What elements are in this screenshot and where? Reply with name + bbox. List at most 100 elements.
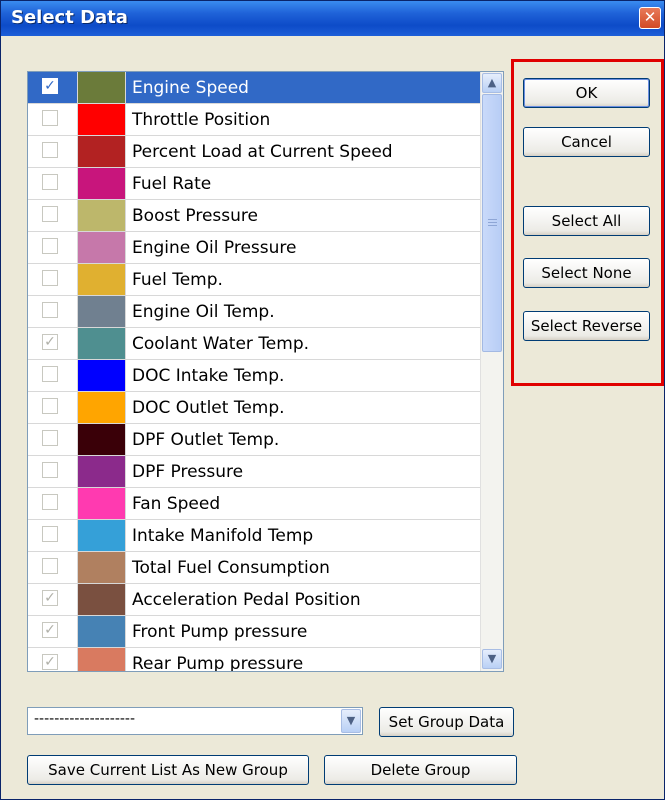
item-checkbox[interactable] xyxy=(42,302,58,318)
item-checkbox[interactable] xyxy=(42,142,58,158)
save-group-button[interactable]: Save Current List As New Group xyxy=(27,755,309,785)
scroll-down-arrow-icon[interactable]: ▼ xyxy=(482,649,502,669)
item-label: Boost Pressure xyxy=(132,206,258,226)
item-checkbox[interactable] xyxy=(42,238,58,254)
list-item[interactable]: Total Fuel Consumption xyxy=(28,552,480,584)
check-icon: ✓ xyxy=(44,654,56,670)
list-item[interactable]: ✓ Front Pump pressure xyxy=(28,616,480,648)
select-all-button[interactable]: Select All xyxy=(523,206,650,236)
select-data-dialog: Select Data ✕ ✓ Rear Pump pressure ✓ Front … xyxy=(0,0,665,800)
cancel-button[interactable]: Cancel xyxy=(523,127,650,157)
delete-group-button[interactable]: Delete Group xyxy=(324,755,517,785)
color-swatch xyxy=(78,168,126,199)
color-swatch xyxy=(78,264,126,295)
item-checkbox[interactable] xyxy=(42,366,58,382)
grip-line xyxy=(488,222,497,223)
checkbox-cell: ✓ xyxy=(28,616,78,647)
checkbox-cell: ✓ xyxy=(28,584,78,615)
list-item[interactable]: Fuel Rate xyxy=(28,168,480,200)
list-item[interactable]: ✓ Acceleration Pedal Position xyxy=(28,584,480,616)
color-swatch xyxy=(78,648,126,671)
item-label: Fan Speed xyxy=(132,494,221,514)
color-swatch xyxy=(78,392,126,423)
item-label: Intake Manifold Temp xyxy=(132,526,314,546)
scroll-up-arrow-icon[interactable]: ▲ xyxy=(482,73,502,93)
item-label: Fuel Temp. xyxy=(132,270,223,290)
list-item[interactable]: DOC Outlet Temp. xyxy=(28,392,480,424)
set-group-data-button[interactable]: Set Group Data xyxy=(379,707,514,737)
color-swatch xyxy=(78,520,126,551)
item-checkbox[interactable]: ✓ xyxy=(42,78,58,94)
item-checkbox[interactable] xyxy=(42,558,58,574)
item-checkbox[interactable] xyxy=(42,270,58,286)
item-checkbox[interactable] xyxy=(42,398,58,414)
item-checkbox[interactable]: ✓ xyxy=(42,334,58,350)
close-button[interactable]: ✕ xyxy=(639,7,661,29)
item-label: DPF Outlet Temp. xyxy=(132,430,280,450)
list-item[interactable]: Throttle Position xyxy=(28,104,480,136)
color-swatch xyxy=(78,72,126,103)
item-checkbox[interactable]: ✓ xyxy=(42,622,58,638)
color-swatch xyxy=(78,296,126,327)
list-item[interactable]: Fan Speed xyxy=(28,488,480,520)
checkbox-cell: ✓ xyxy=(28,72,78,103)
item-label: Engine Oil Temp. xyxy=(132,302,275,322)
list-item[interactable]: Boost Pressure xyxy=(28,200,480,232)
item-checkbox[interactable] xyxy=(42,526,58,542)
list-item[interactable]: DPF Outlet Temp. xyxy=(28,424,480,456)
item-checkbox[interactable] xyxy=(42,110,58,126)
item-checkbox[interactable] xyxy=(42,206,58,222)
list-item[interactable]: Percent Load at Current Speed xyxy=(28,136,480,168)
item-checkbox[interactable]: ✓ xyxy=(42,590,58,606)
group-select-value: -------------------- xyxy=(34,711,136,727)
list-item[interactable]: Fuel Temp. xyxy=(28,264,480,296)
checkbox-cell xyxy=(28,520,78,551)
checkbox-cell: ✓ xyxy=(28,328,78,359)
color-swatch xyxy=(78,456,126,487)
item-label: Engine Oil Pressure xyxy=(132,238,297,258)
list-item[interactable]: ✓ Engine Speed xyxy=(28,72,480,104)
select-reverse-button[interactable]: Select Reverse xyxy=(523,311,650,341)
item-checkbox[interactable] xyxy=(42,494,58,510)
item-label: Rear Pump pressure xyxy=(132,654,304,672)
list-item[interactable]: DOC Intake Temp. xyxy=(28,360,480,392)
item-label: Throttle Position xyxy=(132,110,271,130)
chevron-down-icon[interactable]: ▼ xyxy=(341,709,361,733)
scroll-thumb[interactable] xyxy=(482,94,502,352)
list-item[interactable]: Engine Oil Pressure xyxy=(28,232,480,264)
check-icon: ✓ xyxy=(44,590,56,606)
checkbox-cell xyxy=(28,392,78,423)
item-checkbox[interactable] xyxy=(42,430,58,446)
color-swatch xyxy=(78,104,126,135)
color-swatch xyxy=(78,136,126,167)
item-label: Fuel Rate xyxy=(132,174,212,194)
checkbox-cell xyxy=(28,264,78,295)
check-icon: ✓ xyxy=(44,334,56,350)
list-item[interactable]: ✓ Coolant Water Temp. xyxy=(28,328,480,360)
color-swatch xyxy=(78,200,126,231)
list-item[interactable]: DPF Pressure xyxy=(28,456,480,488)
list-item[interactable]: Engine Oil Temp. xyxy=(28,296,480,328)
item-checkbox[interactable]: ✓ xyxy=(42,654,58,670)
checkbox-cell xyxy=(28,488,78,519)
group-select[interactable]: -------------------- ▼ xyxy=(27,707,363,735)
color-swatch xyxy=(78,360,126,391)
grip-line xyxy=(488,225,497,226)
checkbox-cell xyxy=(28,296,78,327)
list-item[interactable]: Intake Manifold Temp xyxy=(28,520,480,552)
select-none-button[interactable]: Select None xyxy=(523,258,650,288)
item-checkbox[interactable] xyxy=(42,174,58,190)
color-swatch xyxy=(78,584,126,615)
item-checkbox[interactable] xyxy=(42,462,58,478)
ok-button[interactable]: OK xyxy=(523,78,650,108)
title-bar[interactable]: Select Data ✕ xyxy=(1,1,664,36)
data-list[interactable]: ✓ Rear Pump pressure ✓ Front Pump pressure ✓… xyxy=(27,71,504,672)
checkbox-cell xyxy=(28,456,78,487)
item-label: Percent Load at Current Speed xyxy=(132,142,393,162)
color-swatch xyxy=(78,328,126,359)
color-swatch xyxy=(78,616,126,647)
list-item[interactable]: ✓ Rear Pump pressure xyxy=(28,648,480,672)
vertical-scrollbar[interactable]: ▲ ▼ xyxy=(480,72,503,671)
item-label: DOC Intake Temp. xyxy=(132,366,285,386)
checkbox-cell xyxy=(28,104,78,135)
